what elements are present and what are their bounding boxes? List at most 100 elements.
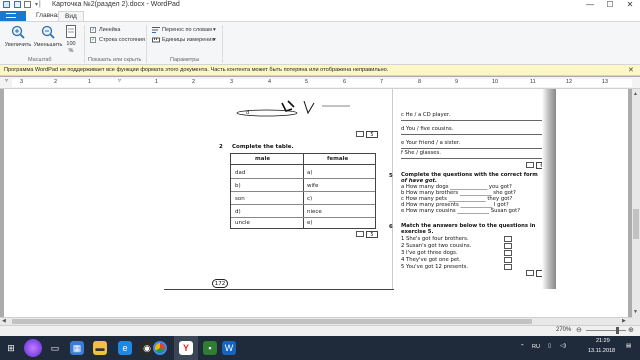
media-icon[interactable]: ◉ (140, 341, 154, 355)
table-header-male: male (255, 156, 271, 162)
alice-assistant-icon[interactable] (24, 339, 42, 357)
scroll-down-icon[interactable]: ▼ (633, 309, 638, 315)
ruler-number: 7 (380, 79, 384, 85)
task-view-icon[interactable]: ▭ (48, 341, 62, 355)
score-box-5: 5 (366, 131, 378, 138)
zoom-100-button[interactable]: 100 % (63, 24, 79, 56)
network-icon[interactable]: ▯ (548, 343, 551, 349)
windows-start-icon[interactable]: ⊞ (4, 341, 18, 355)
tray-expand-icon[interactable]: ⌃ (520, 344, 525, 350)
first-line-indent-marker-icon[interactable]: ▿ (118, 77, 121, 84)
vertical-scroll-thumb[interactable] (633, 209, 639, 239)
minimize-button[interactable]: — (580, 0, 600, 10)
answer-box (356, 131, 364, 137)
exercise-5-number: 5 (389, 173, 393, 179)
zoom-100-label-bottom: % (68, 48, 74, 54)
ruler-number: 1 (88, 79, 92, 85)
table-cell: uncle (235, 220, 250, 226)
ruler-number: 3 (20, 79, 24, 85)
notifications-icon[interactable]: ▤ (626, 343, 631, 349)
answer-line (401, 120, 546, 121)
zoom-slider-track[interactable] (586, 330, 626, 331)
statusbar-checkbox-row[interactable]: ✓ Строка состояния (90, 37, 150, 45)
input-language[interactable]: RU (532, 344, 540, 350)
table-cell: c) (307, 196, 313, 202)
scroll-left-icon[interactable]: ◀ (2, 318, 6, 324)
exercise-line: d You / five cousins. (401, 126, 454, 132)
ruler-number: 2 (192, 79, 196, 85)
table-rule (231, 204, 375, 205)
answer-box (504, 236, 512, 242)
chevron-down-icon: ▾ (213, 37, 216, 43)
ruler-number: 8 (418, 79, 422, 85)
scroll-up-icon[interactable]: ▲ (633, 91, 638, 97)
page-edge-shadow (542, 89, 556, 289)
zoom-out-button[interactable]: Уменьшить (33, 24, 63, 54)
window-title: Карточка №2(раздел 2).docx - WordPad (52, 1, 180, 8)
vertical-scrollbar[interactable]: ▲ ▼ (632, 89, 640, 325)
file-explorer-icon[interactable]: ▬ (93, 341, 107, 355)
zoom-in-small-icon[interactable]: ⊕ (628, 326, 634, 334)
volume-icon[interactable]: ◁) (560, 343, 566, 349)
scanned-image: d 5 2 Complete the table. male female da… (164, 89, 622, 290)
measure-units-button[interactable]: Единицы измерения ▾ (152, 36, 222, 45)
exercise-6-title-2: exercise 5. (401, 229, 434, 235)
tab-view[interactable]: Вид (58, 11, 84, 21)
column-gutter (392, 89, 393, 289)
answer-box (526, 270, 534, 276)
chrome-icon[interactable] (153, 341, 167, 355)
qat-dropdown-icon[interactable]: ▾ ▏ (35, 1, 44, 8)
answer-line (401, 158, 546, 159)
ruler-number: 10 (492, 79, 499, 85)
ruler-checkbox-row[interactable]: ✓ Линейка (90, 27, 150, 35)
ribbon: Увеличить Уменьшить 100 % Масштаб ✓ Лине… (0, 21, 640, 65)
ruler-checkbox[interactable]: ✓ (90, 27, 96, 33)
ribbon-tabs: Главная Вид (0, 10, 640, 21)
clock-date[interactable]: 13.11.2018 (588, 348, 615, 354)
statusbar-checkbox[interactable]: ✓ (90, 37, 96, 43)
zoom-level: 270% (556, 327, 572, 333)
exercise-line: 2 Susan's got two cousins. (401, 243, 472, 249)
ruler-units-icon (152, 37, 160, 43)
page-number: 172 (212, 279, 228, 288)
word-wrap-icon (152, 27, 160, 33)
table-cell: son (235, 196, 245, 202)
title-bar: ▾ ▏ Карточка №2(раздел 2).docx - WordPad… (0, 0, 640, 10)
taskbar: ⊞ ▭ ▦ ▬ e ◉ Y ▪ W ⌃ RU ▯ ◁) 21:29 13.11.… (0, 336, 640, 360)
tab-file[interactable] (0, 11, 26, 21)
horizontal-scroll-thumb[interactable] (12, 319, 532, 324)
table-cell: e) (307, 220, 313, 226)
chevron-down-icon: ▾ (213, 27, 216, 33)
close-button[interactable]: ✕ (620, 0, 640, 10)
wordpad-taskbar-icon[interactable]: W (222, 341, 236, 355)
exercise-line: 3 I've got three dogs. (401, 250, 458, 256)
taskbar-app-icon[interactable]: ▪ (203, 341, 217, 355)
group-separator (84, 25, 85, 63)
edge-browser-icon[interactable]: e (118, 341, 132, 355)
exercise-line: 1 She's got four brothers. (401, 236, 469, 242)
left-indent-marker-icon[interactable]: ▿ (5, 77, 8, 84)
illustration-fragment (236, 100, 350, 117)
store-icon[interactable]: ▦ (70, 341, 84, 355)
ruler-number: 6 (343, 79, 347, 85)
notice-close-icon[interactable]: ✕ (628, 66, 634, 74)
answer-box (504, 264, 512, 270)
undo-icon[interactable] (24, 1, 31, 8)
save-icon[interactable] (14, 1, 21, 8)
zoom-out-small-icon[interactable]: ⊖ (576, 326, 582, 334)
horizontal-scrollbar[interactable]: ◀ ▶ (0, 317, 632, 325)
document-page[interactable]: d 5 2 Complete the table. male female da… (4, 89, 628, 325)
ruler-number: 11 (530, 79, 536, 85)
scroll-right-icon[interactable]: ▶ (622, 318, 626, 324)
word-wrap-button[interactable]: Перенос по словам ▾ (152, 26, 222, 35)
wordpad-icon (3, 1, 10, 8)
clock-time[interactable]: 21:29 (596, 338, 610, 344)
taskbar-active-app[interactable]: Y (174, 336, 198, 360)
zoom-slider-thumb[interactable] (616, 327, 619, 334)
maximize-button[interactable]: ☐ (600, 0, 620, 10)
ruler-number: 3 (230, 79, 234, 85)
answer-line (401, 134, 546, 135)
zoom-in-button[interactable]: Увеличить (4, 24, 32, 54)
ruler[interactable]: ▿ 3 2 1 ▿ 1 2 3 4 5 6 7 8 9 10 11 12 13 (0, 77, 640, 89)
group-separator (222, 25, 223, 63)
